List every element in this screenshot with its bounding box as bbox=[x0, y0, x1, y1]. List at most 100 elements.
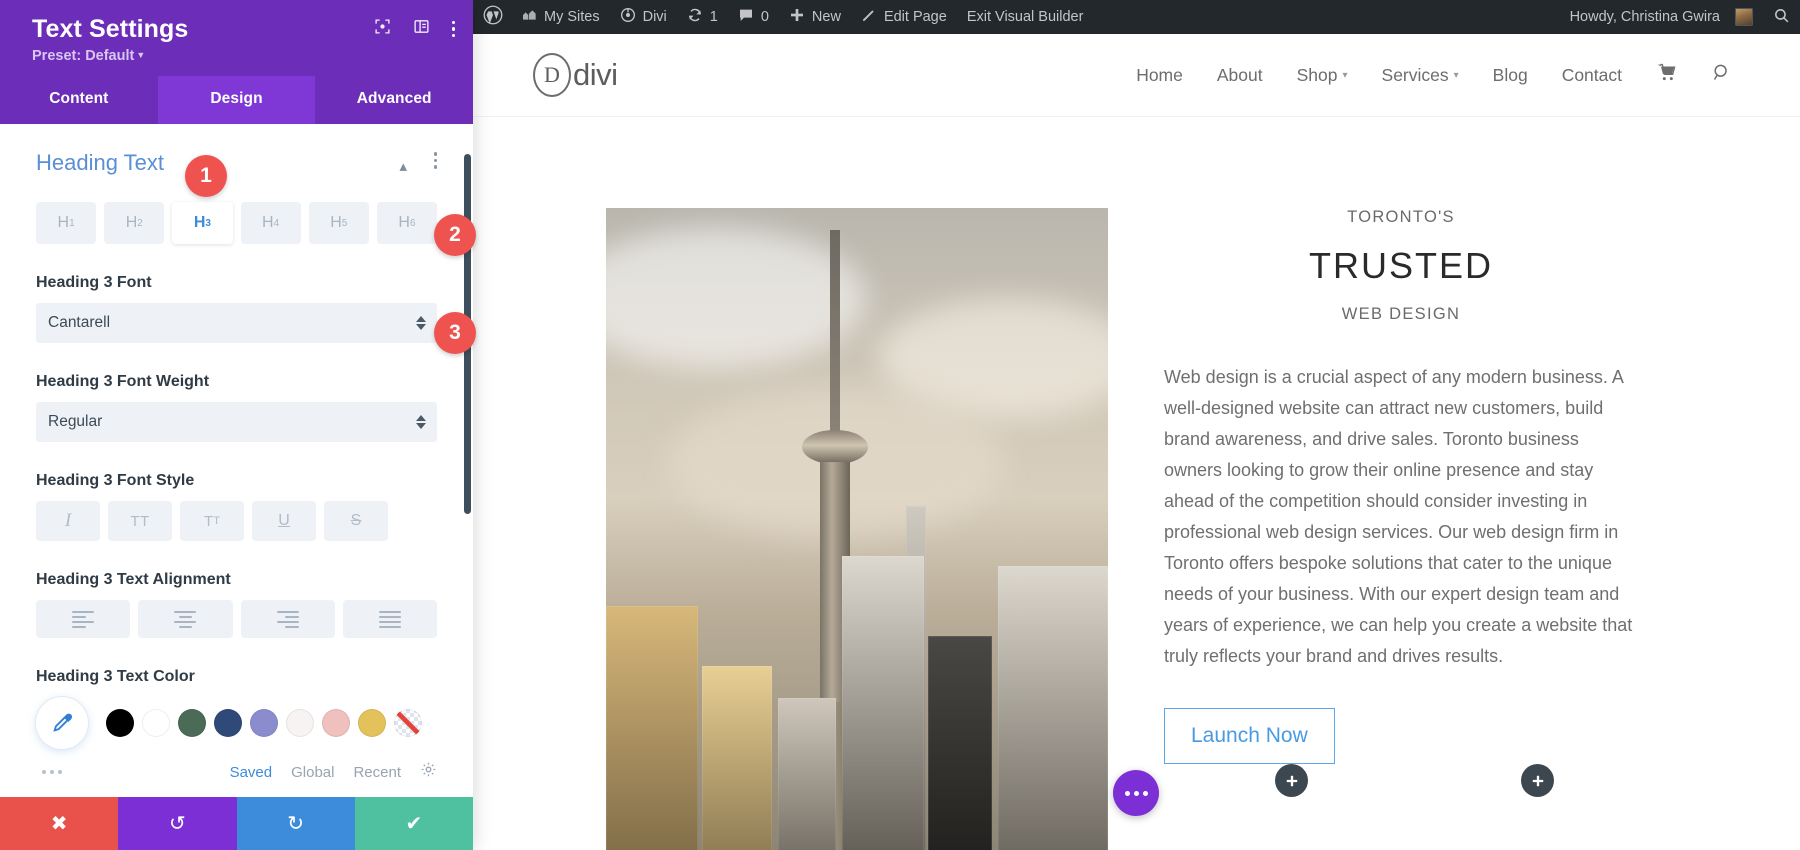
h-sub: 6 bbox=[409, 217, 416, 229]
new-item[interactable]: New bbox=[779, 0, 851, 34]
swatch-none[interactable] bbox=[394, 709, 422, 737]
save-button[interactable]: ✔ bbox=[354, 797, 473, 850]
heading-tab-h6[interactable]: H6 bbox=[376, 202, 438, 244]
align-justify-icon[interactable] bbox=[342, 600, 437, 638]
swatch-periwinkle[interactable] bbox=[250, 709, 278, 737]
comment-bubble-icon bbox=[738, 7, 754, 27]
swatch-pink[interactable] bbox=[322, 709, 350, 737]
comments-item[interactable]: 0 bbox=[728, 0, 779, 34]
nav-item-services[interactable]: Services ▾ bbox=[1382, 65, 1459, 86]
adminbar-right: Howdy, Christina Gwira bbox=[1560, 0, 1800, 34]
align-left-icon[interactable] bbox=[36, 600, 131, 638]
exit-visual-builder-item[interactable]: Exit Visual Builder bbox=[957, 0, 1094, 34]
color-tab-recent[interactable]: Recent bbox=[353, 764, 401, 781]
heading-weight-select[interactable]: Regular bbox=[36, 402, 437, 442]
my-sites-label: My Sites bbox=[544, 9, 600, 25]
edit-page-item[interactable]: Edit Page bbox=[851, 0, 957, 34]
align-right-icon[interactable] bbox=[240, 600, 335, 638]
heading-tab-h2[interactable]: H2 bbox=[104, 202, 165, 244]
pencil-icon bbox=[861, 7, 877, 27]
align-center-icon[interactable] bbox=[138, 600, 233, 638]
swatch-gold[interactable] bbox=[358, 709, 386, 737]
section-title[interactable]: Heading Text bbox=[36, 150, 164, 176]
divi-label: Divi bbox=[642, 9, 667, 25]
heading-tab-h3[interactable]: H3 bbox=[172, 202, 233, 244]
site-nav: Home About Shop ▾ Services ▾ Blog Contact bbox=[1136, 62, 1732, 88]
new-label: New bbox=[811, 9, 841, 25]
add-module-fab-left[interactable] bbox=[1275, 764, 1308, 797]
uppercase-icon[interactable]: TT bbox=[108, 501, 172, 541]
eyedropper-icon[interactable] bbox=[36, 697, 88, 749]
color-tab-global[interactable]: Global bbox=[291, 764, 334, 781]
section-more-icon[interactable] bbox=[433, 152, 437, 169]
fullscreen-icon[interactable] bbox=[374, 18, 391, 40]
redo-button[interactable]: ↻ bbox=[236, 797, 355, 850]
heading-color-label: Heading 3 Text Color bbox=[36, 668, 195, 685]
tab-advanced[interactable]: Advanced bbox=[315, 76, 473, 124]
swatch-green[interactable] bbox=[178, 709, 206, 737]
sites-icon bbox=[521, 7, 537, 27]
tab-content[interactable]: Content bbox=[0, 76, 158, 124]
discard-button[interactable]: ✖ bbox=[0, 797, 119, 850]
add-module-fab-right[interactable] bbox=[1521, 764, 1554, 797]
my-sites-item[interactable]: My Sites bbox=[511, 0, 610, 34]
heading-level-tabs: H1 H2 H3 H4 H5 H6 bbox=[36, 202, 438, 244]
heading-alignment-buttons bbox=[36, 600, 437, 638]
bars bbox=[72, 610, 95, 628]
site-preview: D divi Home About Shop ▾ Services ▾ Blog C… bbox=[473, 34, 1800, 850]
heading-tab-h5[interactable]: H5 bbox=[308, 202, 369, 244]
cart-button[interactable] bbox=[1656, 62, 1677, 88]
wordpress-logo-item[interactable] bbox=[473, 0, 511, 34]
divi-item[interactable]: Divi bbox=[610, 0, 677, 34]
chevron-down-icon: ▼ bbox=[136, 50, 146, 60]
swatch-white[interactable] bbox=[142, 709, 170, 737]
h-sub: 3 bbox=[205, 217, 211, 229]
gear-icon[interactable] bbox=[420, 761, 437, 783]
swatch-offwhite[interactable] bbox=[286, 709, 314, 737]
undo-button[interactable]: ↺ bbox=[118, 797, 237, 850]
swatch-black[interactable] bbox=[106, 709, 134, 737]
swatch-navy[interactable] bbox=[214, 709, 242, 737]
panel-tabs: Content Design Advanced bbox=[0, 76, 473, 124]
launch-now-button[interactable]: Launch Now bbox=[1164, 707, 1335, 764]
update-refresh-icon bbox=[687, 7, 703, 27]
underline-icon[interactable]: U bbox=[252, 501, 316, 541]
strikethrough-icon[interactable]: S bbox=[324, 501, 388, 541]
bars bbox=[276, 610, 299, 628]
adminbar-search-button[interactable] bbox=[1763, 0, 1800, 34]
nav-item-about[interactable]: About bbox=[1217, 65, 1263, 86]
nav-label: Blog bbox=[1492, 64, 1528, 85]
wp-admin-bar: My Sites Divi 1 0 New Edit Page Exit Vis… bbox=[473, 0, 1800, 34]
select-arrows-icon bbox=[416, 415, 426, 429]
heading-tab-h4[interactable]: H4 bbox=[240, 202, 301, 244]
nav-item-contact[interactable]: Contact bbox=[1562, 65, 1622, 86]
search-icon bbox=[1773, 7, 1790, 28]
chevron-up-icon[interactable]: ▴ bbox=[399, 157, 407, 175]
tab-design[interactable]: Design bbox=[157, 76, 316, 124]
exit-visual-builder-label: Exit Visual Builder bbox=[966, 9, 1084, 25]
h-sub: 2 bbox=[137, 217, 143, 229]
text-settings-panel: Text Settings Preset: Default ▼ Content D… bbox=[0, 0, 473, 850]
color-tab-saved[interactable]: Saved bbox=[230, 764, 273, 781]
layout-columns-icon[interactable] bbox=[413, 18, 430, 40]
nav-item-home[interactable]: Home bbox=[1136, 65, 1183, 86]
nav-label: Services bbox=[1381, 64, 1449, 85]
italic-icon[interactable]: I bbox=[36, 501, 100, 541]
site-search-button[interactable] bbox=[1711, 62, 1732, 88]
heading-font-select[interactable]: Cantarell bbox=[36, 303, 437, 343]
heading-weight-label: Heading 3 Font Weight bbox=[36, 373, 210, 390]
hero-eyebrow: TORONTO'S bbox=[1347, 208, 1455, 226]
updates-item[interactable]: 1 bbox=[677, 0, 728, 34]
heading-font-value: Cantarell bbox=[48, 314, 111, 331]
heading-tab-h1[interactable]: H1 bbox=[36, 202, 97, 244]
howdy-user-item[interactable]: Howdy, Christina Gwira bbox=[1560, 0, 1763, 34]
builder-settings-fab[interactable] bbox=[1113, 770, 1159, 816]
plus-icon bbox=[789, 7, 805, 27]
capitalize-icon[interactable]: TT bbox=[180, 501, 244, 541]
preset-selector[interactable]: Preset: Default ▼ bbox=[32, 48, 451, 64]
more-horizontal-icon[interactable] bbox=[42, 770, 62, 774]
more-vertical-icon[interactable] bbox=[451, 20, 455, 38]
nav-item-shop[interactable]: Shop ▾ bbox=[1297, 65, 1348, 86]
site-logo[interactable]: D divi bbox=[533, 53, 618, 97]
nav-item-blog[interactable]: Blog bbox=[1493, 65, 1528, 86]
